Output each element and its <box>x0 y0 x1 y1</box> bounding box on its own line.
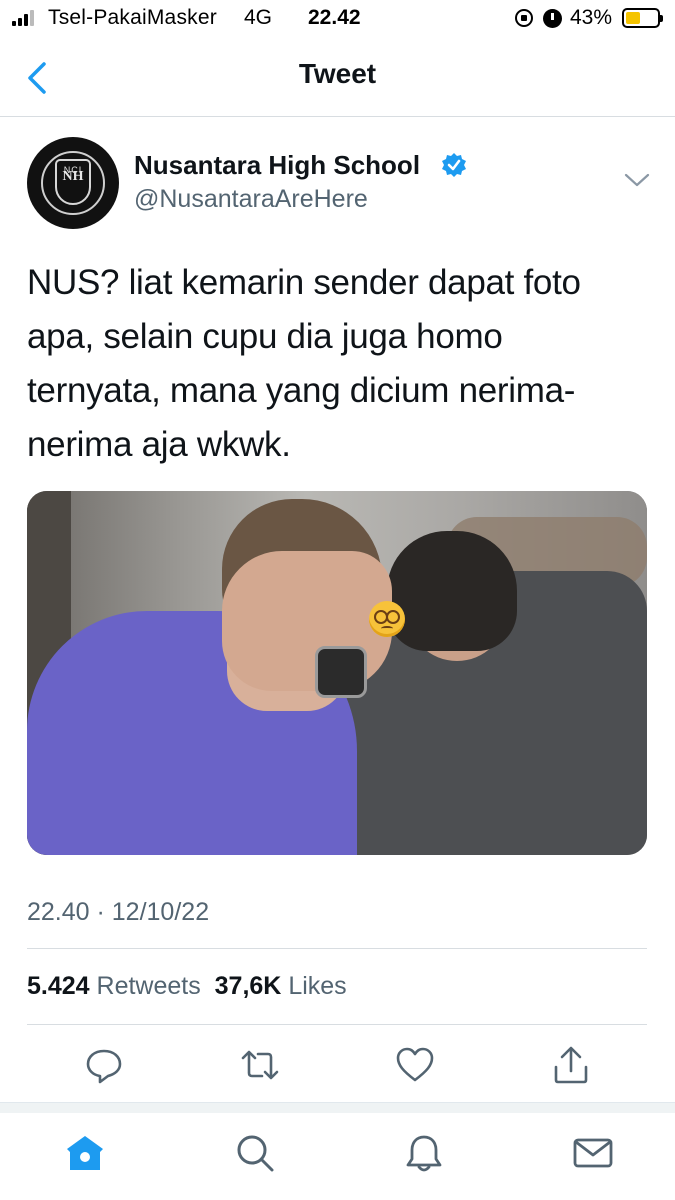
share-button[interactable] <box>551 1045 591 1085</box>
author-name[interactable]: Nusantara High School <box>134 150 420 181</box>
share-icon <box>554 1046 588 1084</box>
status-time: 22.42 <box>308 6 361 29</box>
tab-notifications[interactable] <box>403 1132 445 1174</box>
tab-messages[interactable] <box>572 1132 614 1174</box>
like-icon <box>396 1047 434 1082</box>
battery-level-fill <box>626 12 640 24</box>
tweet-text: NUS? liat kemarin sender dapat foto apa,… <box>27 263 581 464</box>
verified-badge-icon <box>442 153 466 177</box>
engagement-stats: 5.424 Retweets 37,6K Likes <box>27 972 347 1001</box>
rotation-lock-icon <box>515 9 533 27</box>
tab-home[interactable] <box>64 1132 106 1174</box>
battery-icon <box>622 8 663 28</box>
likes-label[interactable]: Likes <box>288 972 346 1000</box>
avatar[interactable]: NCI NH <box>27 137 119 229</box>
network-type: 4G <box>244 6 273 29</box>
status-bar: Tsel-PakaiMasker 4G 22.42 43% <box>0 0 675 38</box>
chevron-down-icon <box>624 173 650 187</box>
dizzy-face-emoji-icon <box>369 601 405 637</box>
alarm-icon <box>543 9 562 28</box>
notifications-icon <box>406 1135 442 1172</box>
messages-icon <box>573 1138 613 1168</box>
section-divider <box>0 1102 675 1113</box>
page-title: Tweet <box>298 58 377 89</box>
reply-icon <box>86 1049 122 1084</box>
author-handle[interactable]: @NusantaraAreHere <box>134 185 368 214</box>
navigation-header: Tweet <box>0 38 675 117</box>
home-icon <box>67 1136 103 1170</box>
school-crest-icon: NCI NH <box>55 159 91 205</box>
battery-percentage: 43% <box>570 6 613 29</box>
retweets-count[interactable]: 5.424 <box>27 972 90 1000</box>
reply-button[interactable] <box>84 1045 124 1085</box>
carrier-name: Tsel-PakaiMasker <box>48 6 217 29</box>
retweets-label[interactable]: Retweets <box>97 972 201 1000</box>
tweet-photo[interactable] <box>27 491 647 855</box>
more-options-button[interactable] <box>622 168 652 192</box>
divider <box>27 948 647 949</box>
retweet-button[interactable] <box>240 1045 280 1085</box>
retweet-icon <box>241 1050 279 1080</box>
avatar-monogram: NH <box>62 169 84 184</box>
like-button[interactable] <box>395 1045 435 1085</box>
search-icon <box>237 1135 274 1172</box>
tab-search[interactable] <box>234 1132 276 1174</box>
divider <box>27 1024 647 1025</box>
tweet-timestamp[interactable]: 22.40 · 12/10/22 <box>27 898 209 927</box>
signal-strength-icon <box>12 10 42 26</box>
likes-count[interactable]: 37,6K <box>215 972 282 1000</box>
